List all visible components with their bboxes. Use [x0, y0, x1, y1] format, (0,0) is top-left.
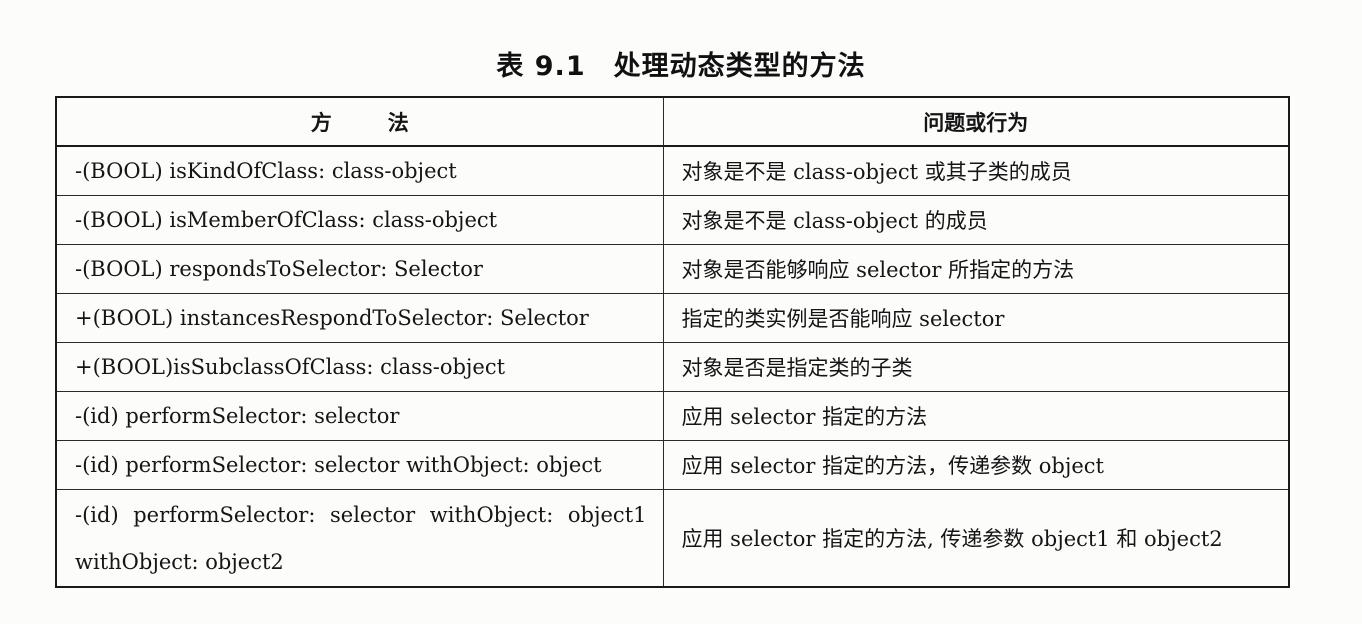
method-cell: +(BOOL)isSubclassOfClass: class-object — [55, 342, 664, 392]
behavior-cell: 指定的类实例是否能响应 selector — [662, 293, 1290, 343]
method-cell: -(BOOL) isKindOfClass: class-object — [55, 145, 664, 196]
header-method: 方法 — [55, 96, 664, 147]
table-row: -(id) performSelector: selector withObje… — [55, 489, 1290, 588]
method-cell: +(BOOL) instancesRespondToSelector: Sele… — [55, 293, 664, 343]
caption-title: 处理动态类型的方法 — [613, 51, 866, 82]
dynamic-type-methods-table: 方法 问题或行为 -(BOOL) isKindOfClass: class-ob… — [55, 96, 1290, 588]
table-row: -(id) performSelector: selector withObje… — [55, 440, 1290, 490]
table-row: -(BOOL) isKindOfClass: class-object 对象是不… — [55, 145, 1290, 196]
behavior-cell: 对象是否能够响应 selector 所指定的方法 — [662, 244, 1290, 294]
behavior-cell: 应用 selector 指定的方法 — [662, 391, 1290, 441]
caption-number: 表 9.1 — [496, 51, 586, 82]
behavior-cell: 应用 selector 指定的方法, 传递参数 object1 和 object… — [662, 489, 1290, 588]
behavior-cell: 对象是否是指定类的子类 — [662, 342, 1290, 392]
header-behavior: 问题或行为 — [662, 96, 1290, 147]
table-header-row: 方法 问题或行为 — [55, 96, 1290, 147]
table-row: -(BOOL) isMemberOfClass: class-object 对象… — [55, 195, 1290, 245]
table-caption: 表 9.1 处理动态类型的方法 — [0, 44, 1362, 83]
method-cell: -(id) performSelector: selector — [55, 391, 664, 441]
behavior-cell: 应用 selector 指定的方法，传递参数 object — [662, 440, 1290, 490]
table-row: -(id) performSelector: selector 应用 selec… — [55, 391, 1290, 441]
behavior-cell: 对象是不是 class-object 的成员 — [662, 195, 1290, 245]
method-cell: -(id) performSelector: selector withObje… — [55, 489, 664, 588]
method-cell: -(id) performSelector: selector withObje… — [55, 440, 664, 490]
behavior-cell: 对象是不是 class-object 或其子类的成员 — [662, 145, 1290, 196]
table-row: +(BOOL) instancesRespondToSelector: Sele… — [55, 293, 1290, 343]
method-cell: -(BOOL) isMemberOfClass: class-object — [55, 195, 664, 245]
table-row: +(BOOL)isSubclassOfClass: class-object 对… — [55, 342, 1290, 392]
method-cell: -(BOOL) respondsToSelector: Selector — [55, 244, 664, 294]
table-row: -(BOOL) respondsToSelector: Selector 对象是… — [55, 244, 1290, 294]
